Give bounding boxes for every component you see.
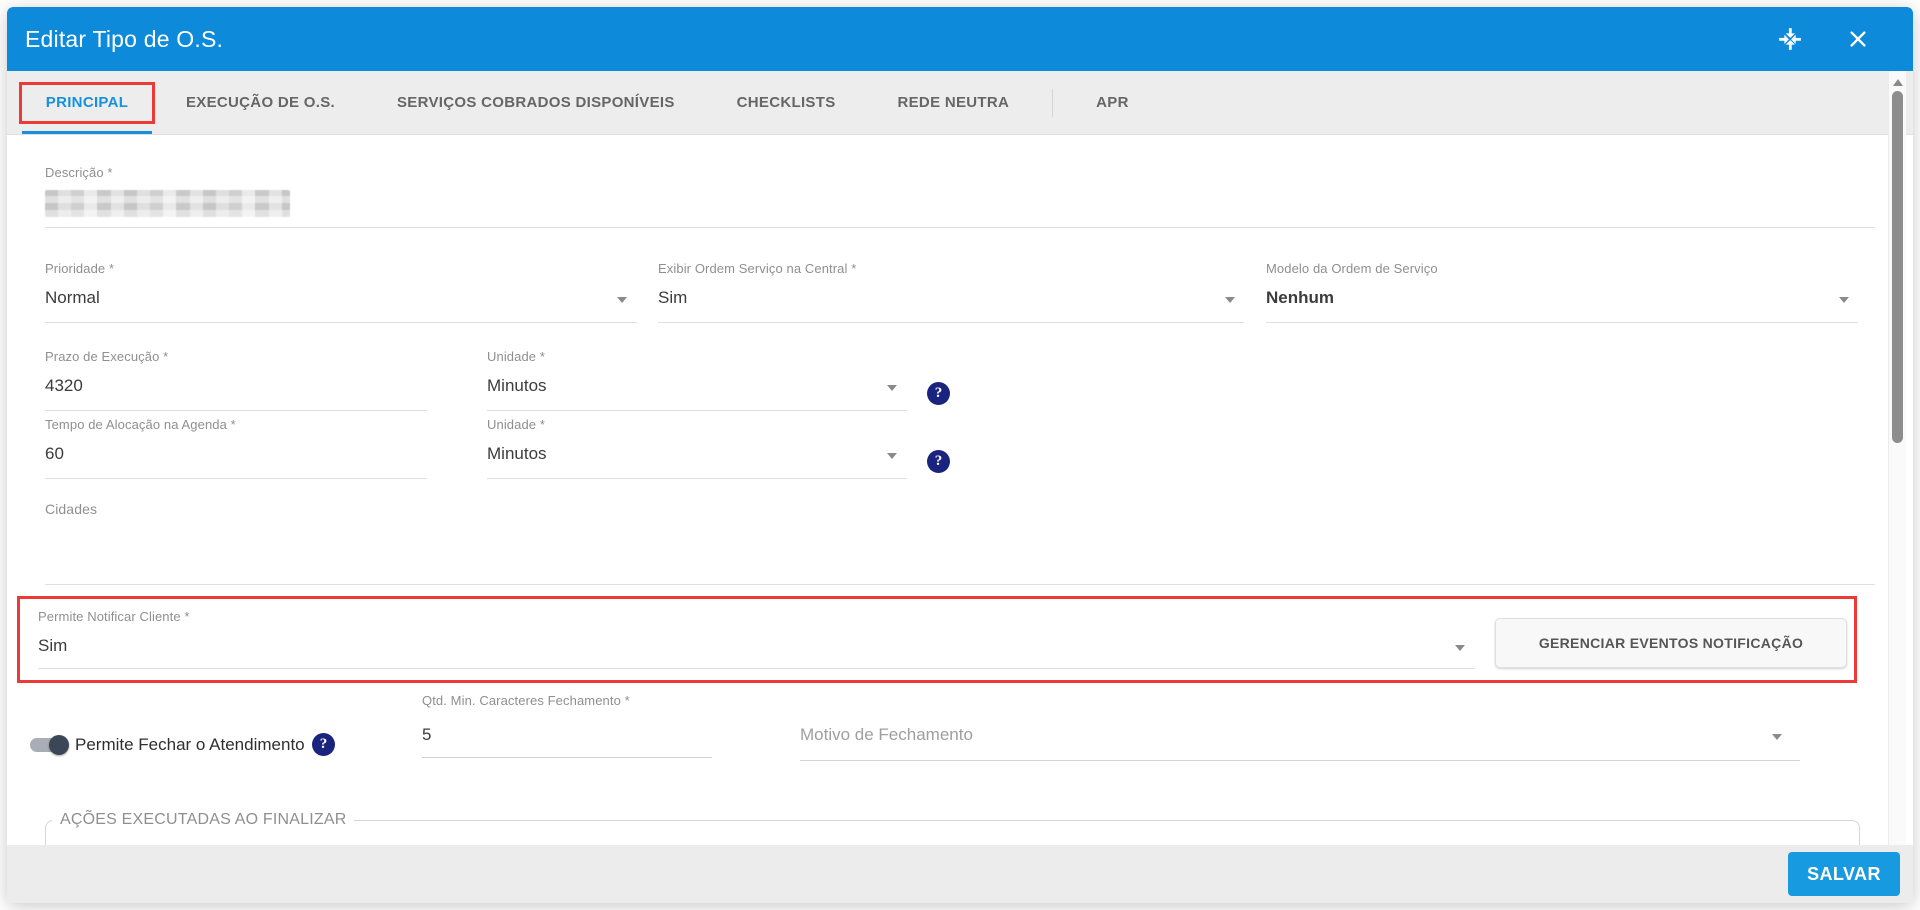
modelo-os-label: Modelo da Ordem de Serviço [1266, 261, 1438, 276]
tab-divider [1052, 88, 1054, 117]
prazo-unidade-underline [487, 410, 907, 411]
dialog-header: Editar Tipo de O.S. [7, 7, 1913, 71]
edit-os-type-dialog: Editar Tipo de O.S. PRINCIPAL EXECUÇÃO D… [7, 7, 1913, 903]
tempo-unidade-help-icon[interactable]: ? [927, 450, 950, 473]
tab-bar: PRINCIPAL EXECUÇÃO DE O.S. SERVIÇOS COBR… [7, 71, 1913, 135]
permite-fechar-help-icon[interactable]: ? [312, 733, 335, 756]
permite-notificar-select[interactable]: Sim [38, 636, 67, 656]
motivo-fechamento-select[interactable]: Motivo de Fechamento [800, 725, 973, 745]
modelo-os-caret-icon[interactable] [1839, 297, 1849, 303]
cidades-underline [45, 584, 1875, 585]
prioridade-label: Prioridade * [45, 261, 115, 276]
prazo-unidade-help-icon[interactable]: ? [927, 382, 950, 405]
exibir-central-label: Exibir Ordem Serviço na Central * [658, 261, 857, 276]
descricao-value-redacted[interactable] [45, 190, 290, 217]
motivo-fechamento-caret-icon[interactable] [1772, 734, 1782, 740]
acoes-finalizar-legend: AÇÕES EXECUTADAS AO FINALIZAR [60, 811, 347, 828]
cidades-input[interactable] [45, 515, 1875, 583]
header-actions [1777, 26, 1895, 52]
exibir-central-caret-icon[interactable] [1225, 297, 1235, 303]
modelo-os-select[interactable]: Nenhum [1266, 288, 1334, 308]
acoes-finalizar-group: AÇÕES EXECUTADAS AO FINALIZAR [45, 811, 1860, 845]
prazo-unidade-caret-icon[interactable] [887, 385, 897, 391]
active-tab-underline [22, 131, 152, 134]
exibir-central-underline [658, 322, 1244, 323]
descricao-underline [45, 227, 1875, 228]
permite-fechar-toggle[interactable] [30, 735, 69, 755]
tempo-unidade-underline [487, 478, 907, 479]
tab-servicos-cobrados[interactable]: SERVIÇOS COBRADOS DISPONÍVEIS [366, 71, 706, 134]
qtd-min-caracteres-input[interactable]: 5 [422, 725, 431, 745]
permite-notificar-underline [38, 668, 1475, 669]
compress-icon[interactable] [1777, 26, 1803, 52]
gerenciar-eventos-button[interactable]: GERENCIAR EVENTOS NOTIFICAÇÃO [1495, 618, 1847, 668]
close-icon[interactable] [1845, 26, 1871, 52]
qtd-min-caracteres-underline [422, 757, 712, 758]
prioridade-underline [45, 322, 637, 323]
tab-execucao-os[interactable]: EXECUÇÃO DE O.S. [155, 71, 366, 134]
qtd-min-caracteres-label: Qtd. Min. Caracteres Fechamento * [422, 693, 630, 708]
tempo-unidade-caret-icon[interactable] [887, 453, 897, 459]
save-button[interactable]: SALVAR [1788, 852, 1900, 896]
dialog-footer: SALVAR [7, 845, 1913, 903]
prioridade-select[interactable]: Normal [45, 288, 100, 308]
permite-notificar-label: Permite Notificar Cliente * [38, 609, 190, 624]
tempo-alocacao-label: Tempo de Alocação na Agenda * [45, 417, 236, 432]
form-content: Descrição * Prioridade * Normal Exibir O… [7, 135, 1888, 845]
exibir-central-select[interactable]: Sim [658, 288, 687, 308]
tempo-unidade-select[interactable]: Minutos [487, 444, 547, 464]
scrollbar[interactable] [1888, 71, 1906, 845]
tab-apr[interactable]: APR [1065, 71, 1160, 134]
prazo-execucao-underline [45, 410, 427, 411]
permite-notificar-caret-icon[interactable] [1455, 645, 1465, 651]
prazo-execucao-input[interactable]: 4320 [45, 376, 83, 396]
dialog-title: Editar Tipo de O.S. [25, 25, 224, 52]
prioridade-caret-icon[interactable] [617, 297, 627, 303]
tab-rede-neutra[interactable]: REDE NEUTRA [867, 71, 1041, 134]
scrollbar-thumb[interactable] [1892, 91, 1903, 443]
tempo-alocacao-underline [45, 478, 427, 479]
scrollbar-up-icon[interactable] [1893, 79, 1903, 86]
tempo-unidade-label: Unidade * [487, 417, 545, 432]
modelo-os-underline [1266, 322, 1858, 323]
tempo-alocacao-input[interactable]: 60 [45, 444, 64, 464]
tab-checklists[interactable]: CHECKLISTS [706, 71, 867, 134]
tab-principal[interactable]: PRINCIPAL [19, 81, 155, 124]
prazo-execucao-label: Prazo de Execução * [45, 349, 169, 364]
permite-fechar-label: Permite Fechar o Atendimento [75, 735, 305, 754]
prazo-unidade-label: Unidade * [487, 349, 545, 364]
prazo-unidade-select[interactable]: Minutos [487, 376, 547, 396]
descricao-label: Descrição * [45, 165, 113, 180]
motivo-fechamento-underline [800, 760, 1800, 761]
